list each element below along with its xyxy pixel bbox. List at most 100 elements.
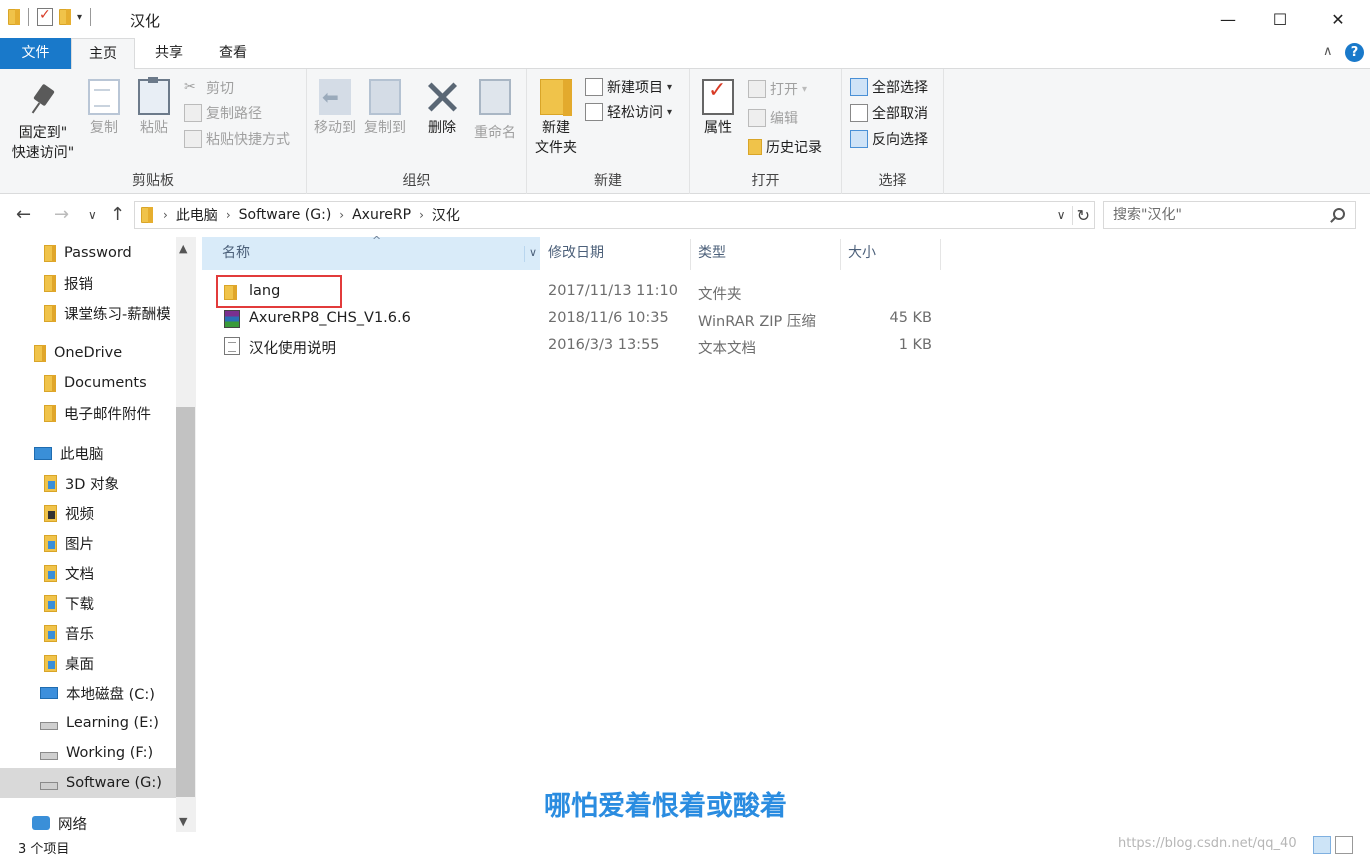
customize-toolbar-arrow-icon[interactable]: ▾	[77, 12, 82, 23]
nav-item-drive-c[interactable]: 本地磁盘 (C:)	[40, 678, 155, 708]
tab-home[interactable]: 主页	[71, 38, 135, 70]
invert-selection-button[interactable]: 反向选择	[850, 128, 928, 150]
nav-label: 文档	[65, 566, 94, 583]
nav-item-docs[interactable]: 文档	[44, 558, 94, 588]
copy-label: 复制	[90, 120, 118, 136]
tab-file[interactable]: 文件	[0, 38, 71, 69]
folder-icon	[44, 404, 56, 422]
nav-item-network[interactable]: 网络	[32, 808, 87, 832]
nav-label: 桌面	[65, 656, 94, 673]
properties-quick-icon[interactable]	[37, 7, 53, 26]
column-header-modified[interactable]: 修改日期	[548, 237, 604, 270]
breadcrumb-chevron-icon[interactable]: ›	[163, 208, 168, 222]
cut-button[interactable]: ✂ 剪切	[184, 77, 234, 99]
properties-button[interactable]: 属性	[696, 79, 740, 138]
tab-share[interactable]: 共享	[139, 38, 199, 69]
easy-access-label: 轻松访问	[607, 105, 663, 121]
nav-item-practice[interactable]: 课堂练习-薪酬模	[44, 298, 171, 328]
nav-item-drive-f[interactable]: Working (F:)	[40, 738, 153, 768]
delete-button[interactable]: 删除	[422, 79, 462, 138]
column-filter-chevron-icon[interactable]: ∨	[524, 246, 537, 262]
nav-item-email-attachments[interactable]: 电子邮件附件	[44, 398, 151, 428]
copy-path-button[interactable]: 复制路径	[184, 102, 262, 124]
clipboard-icon	[138, 77, 170, 115]
file-row[interactable]: 汉化使用说明 2016/3/3 13:55 文本文档 1 KB	[202, 333, 942, 360]
paste-shortcut-button[interactable]: 粘贴快捷方式	[184, 128, 290, 150]
help-icon[interactable]: ?	[1345, 43, 1364, 62]
recent-locations-chevron-icon[interactable]: ∨	[88, 208, 97, 222]
open-button[interactable]: 打开 ▾	[748, 78, 807, 100]
minimize-button[interactable]: —	[1205, 0, 1251, 38]
computer-icon	[34, 446, 52, 460]
open-label: 打开	[770, 82, 798, 98]
copy-button[interactable]: 复制	[84, 79, 124, 138]
nav-item-baoxiao[interactable]: 报销	[44, 268, 93, 298]
nav-item-music[interactable]: 音乐	[44, 618, 94, 648]
up-arrow-icon[interactable]: ↑	[110, 204, 125, 225]
move-to-button[interactable]: 移动到	[312, 79, 358, 138]
paste-shortcut-label: 粘贴快捷方式	[206, 132, 290, 148]
navigation-pane: Password 报销 课堂练习-薪酬模 OneDrive Documents …	[0, 237, 196, 832]
new-folder-button[interactable]: 新建 文件夹	[531, 79, 581, 158]
nav-scrollbar-thumb[interactable]	[176, 407, 195, 797]
nav-item-downloads[interactable]: 下载	[44, 588, 94, 618]
scroll-up-arrow-icon[interactable]: ▲	[179, 242, 187, 255]
address-dropdown-chevron-icon[interactable]: ∨	[1057, 208, 1066, 222]
drive-icon	[40, 782, 58, 790]
nav-item-onedrive[interactable]: OneDrive	[34, 338, 122, 368]
column-header-name[interactable]	[202, 237, 540, 270]
nav-item-3d-objects[interactable]: 3D 对象	[44, 468, 119, 498]
status-item-count: 3 个项目	[18, 842, 70, 857]
breadcrumb-current[interactable]: 汉化	[432, 205, 460, 225]
column-header-size[interactable]: 大小	[848, 237, 876, 270]
file-row[interactable]: AxureRP8_CHS_V1.6.6 2018/11/6 10:35 WinR…	[202, 306, 942, 333]
edit-button[interactable]: 编辑	[748, 107, 798, 129]
select-all-button[interactable]: 全部选择	[850, 76, 928, 98]
nav-item-pictures[interactable]: 图片	[44, 528, 94, 558]
column-divider[interactable]	[690, 239, 691, 270]
new-folder-quick-icon[interactable]	[59, 9, 71, 25]
search-icon[interactable]	[1333, 208, 1345, 220]
search-input[interactable]: 搜索"汉化"	[1103, 201, 1356, 229]
copy-to-button[interactable]: 复制到	[362, 79, 408, 138]
properties-icon	[702, 79, 734, 115]
easy-access-button[interactable]: 轻松访问 ▾	[585, 101, 672, 123]
breadcrumb-chevron-icon[interactable]: ›	[419, 208, 424, 222]
breadcrumb-chevron-icon[interactable]: ›	[339, 208, 344, 222]
nav-item-videos[interactable]: 视频	[44, 498, 94, 528]
forward-arrow-icon[interactable]: →	[54, 204, 69, 225]
copy-path-icon	[184, 104, 202, 122]
nav-item-desktop[interactable]: 桌面	[44, 648, 94, 678]
nav-item-password[interactable]: Password	[44, 238, 132, 268]
select-none-button[interactable]: 全部取消	[850, 102, 928, 124]
tab-view[interactable]: 查看	[201, 38, 265, 69]
details-view-icon[interactable]	[1313, 836, 1331, 854]
history-button[interactable]: 历史记录	[748, 136, 822, 158]
nav-item-documents[interactable]: Documents	[44, 368, 147, 398]
folder-icon	[44, 374, 56, 392]
close-button[interactable]: ✕	[1315, 0, 1361, 38]
breadcrumb-chevron-icon[interactable]: ›	[226, 208, 231, 222]
large-icons-view-icon[interactable]	[1335, 836, 1353, 854]
collapse-ribbon-icon[interactable]: ∧	[1323, 44, 1333, 59]
maximize-button[interactable]: ☐	[1257, 0, 1303, 38]
nav-item-this-pc[interactable]: 此电脑	[34, 438, 104, 468]
column-divider[interactable]	[840, 239, 841, 270]
paste-button[interactable]: 粘贴	[134, 77, 174, 138]
column-header-type[interactable]: 类型	[698, 237, 726, 270]
pin-quick-access-button[interactable]: 固定到" 快速访问"	[6, 84, 80, 163]
back-arrow-icon[interactable]: ←	[16, 204, 31, 225]
refresh-icon[interactable]: ↻	[1071, 205, 1090, 225]
clipboard-group-label: 剪贴板	[132, 173, 174, 189]
breadcrumb-software-drive[interactable]: Software (G:)	[239, 207, 332, 223]
breadcrumb-axurerp[interactable]: AxureRP	[352, 207, 411, 223]
breadcrumb-this-pc[interactable]: 此电脑	[176, 205, 218, 225]
nav-item-drive-g[interactable]: Software (G:)	[0, 768, 176, 798]
history-icon	[748, 139, 762, 155]
new-item-button[interactable]: 新建项目 ▾	[585, 76, 672, 98]
address-bar[interactable]: › 此电脑 › Software (G:) › AxureRP › 汉化 ∨ ↻	[134, 201, 1095, 229]
column-divider[interactable]	[940, 239, 941, 270]
scroll-down-arrow-icon[interactable]: ▼	[179, 815, 187, 828]
rename-button[interactable]: 重命名	[467, 79, 523, 143]
nav-item-drive-e[interactable]: Learning (E:)	[40, 708, 159, 738]
